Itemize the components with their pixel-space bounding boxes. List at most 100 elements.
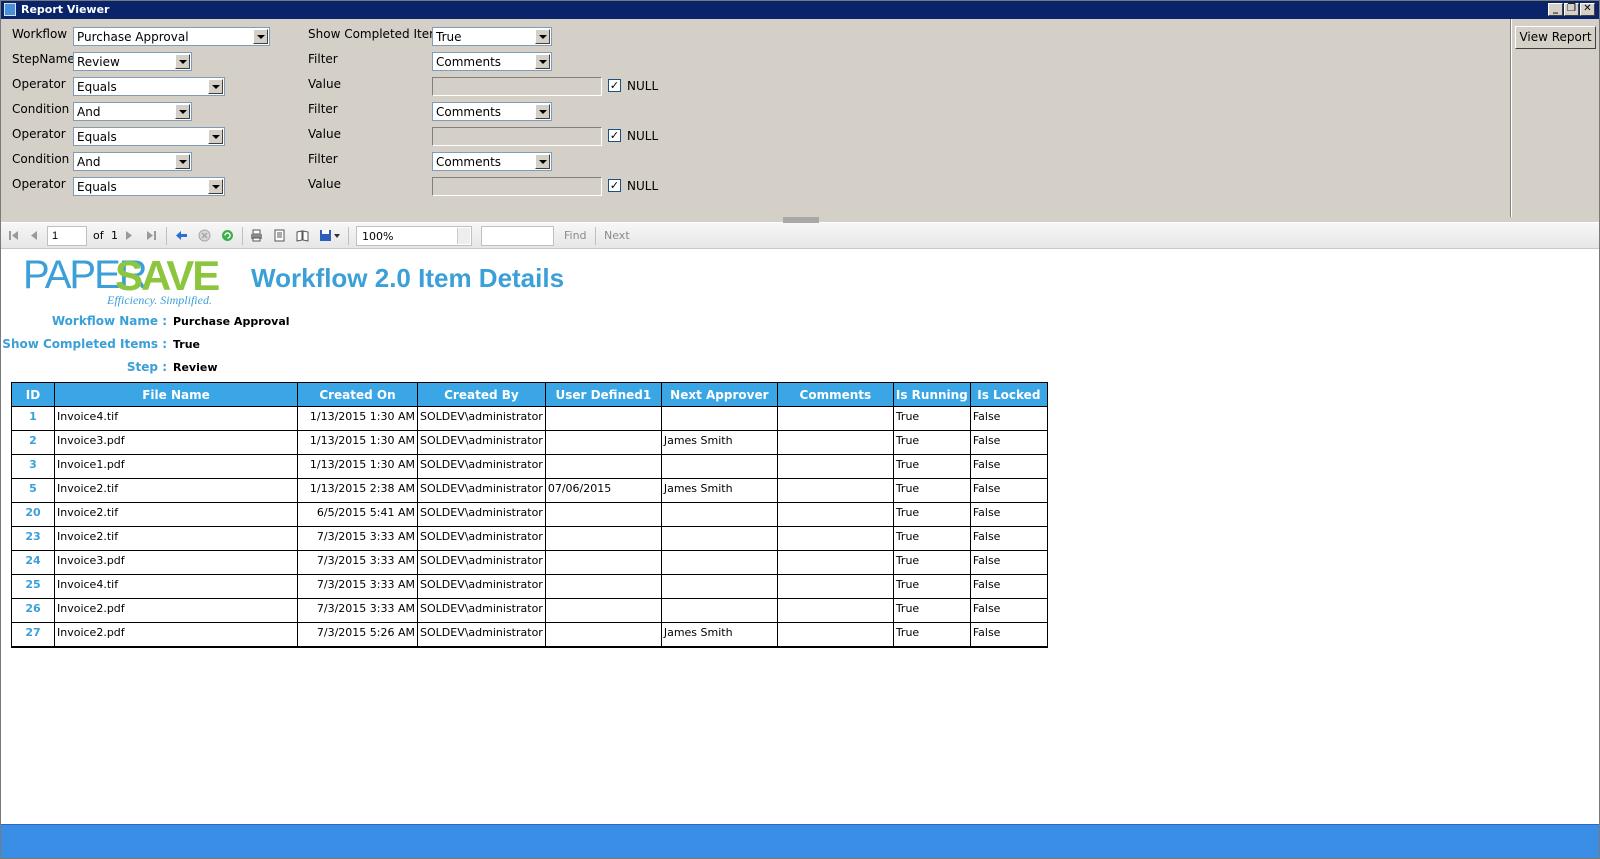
item-id-link[interactable]: 27 bbox=[11, 622, 55, 648]
page-setup-icon[interactable] bbox=[296, 229, 309, 242]
table-cell: SOLDEV\administrator bbox=[417, 574, 546, 599]
table-row: 1 Invoice4.tif 1/13/2015 1:30 AM SOLDEV\adm… bbox=[11, 406, 1048, 431]
table-row: 2 Invoice3.pdf 1/13/2015 1:30 AM SOLDEV\adm… bbox=[11, 430, 1048, 455]
stepname-value: Review bbox=[77, 55, 120, 69]
filter-value-2: Comments bbox=[436, 105, 502, 119]
chevron-down-icon[interactable] bbox=[535, 54, 550, 69]
item-id-link[interactable]: 2 bbox=[11, 430, 55, 455]
table-cell: 7/3/2015 3:33 AM bbox=[297, 574, 418, 599]
table-body: 1 Invoice4.tif 1/13/2015 1:30 AM SOLDEV\adm… bbox=[11, 406, 1048, 648]
refresh-icon[interactable] bbox=[221, 229, 234, 242]
filter-dropdown-3[interactable]: Comments bbox=[432, 152, 552, 171]
stop-icon[interactable] bbox=[198, 229, 211, 242]
minimize-icon[interactable]: _ bbox=[1548, 3, 1563, 16]
print-icon[interactable] bbox=[250, 229, 263, 242]
chevron-down-icon[interactable] bbox=[208, 179, 223, 194]
chevron-down-icon[interactable] bbox=[253, 29, 268, 44]
table-row: 23 Invoice2.tif 7/3/2015 3:33 AM SOLDEV\adm… bbox=[11, 526, 1048, 551]
previous-page-icon[interactable] bbox=[27, 229, 40, 242]
table-cell: James Smith bbox=[660, 478, 778, 503]
item-id-link[interactable]: 5 bbox=[11, 478, 55, 503]
zoom-dropdown[interactable]: 100% bbox=[356, 226, 472, 246]
item-id-link[interactable]: 23 bbox=[11, 526, 55, 551]
table-cell: 7/3/2015 3:33 AM bbox=[297, 550, 418, 575]
export-icon[interactable] bbox=[319, 229, 341, 242]
chevron-down-icon[interactable] bbox=[457, 228, 470, 244]
stepname-dropdown[interactable]: Review bbox=[73, 52, 192, 71]
operator-dropdown-2[interactable]: Equals bbox=[73, 127, 225, 146]
item-id-link[interactable]: 3 bbox=[11, 454, 55, 479]
items-table: ID File Name Created On Created By User Defi… bbox=[11, 382, 1048, 648]
table-cell: Invoice1.pdf bbox=[54, 454, 298, 479]
operator-label-1: Operator bbox=[12, 77, 66, 91]
first-page-icon[interactable] bbox=[7, 229, 20, 242]
column-header: User Defined1 bbox=[544, 382, 662, 407]
next-page-icon[interactable] bbox=[123, 229, 136, 242]
report-canvas: PAPER SAVE Efficiency. Simplified. Workf… bbox=[1, 249, 1599, 824]
page-number-input[interactable] bbox=[47, 226, 87, 246]
value-input-3[interactable] bbox=[432, 177, 602, 196]
last-page-icon[interactable] bbox=[145, 229, 158, 242]
table-cell bbox=[776, 598, 894, 623]
table-row: 3 Invoice1.pdf 1/13/2015 1:30 AM SOLDEV\adm… bbox=[11, 454, 1048, 479]
item-id-link[interactable]: 1 bbox=[11, 406, 55, 431]
column-header: Created On bbox=[297, 382, 418, 407]
filter-label-2: Filter bbox=[308, 102, 338, 116]
table-cell: False bbox=[969, 574, 1048, 599]
value-input-1[interactable] bbox=[432, 77, 602, 96]
value-input-2[interactable] bbox=[432, 127, 602, 146]
filter-dropdown-2[interactable]: Comments bbox=[432, 102, 552, 121]
table-cell: 7/3/2015 3:33 AM bbox=[297, 598, 418, 623]
toolbar-separator bbox=[348, 227, 349, 245]
chevron-down-icon[interactable] bbox=[175, 54, 190, 69]
null-checkbox-3[interactable]: ✓ bbox=[608, 179, 621, 192]
operator-dropdown-1[interactable]: Equals bbox=[73, 77, 225, 96]
chevron-down-icon[interactable] bbox=[208, 129, 223, 144]
table-cell: 07/06/2015 bbox=[544, 478, 662, 503]
find-button[interactable]: Find bbox=[564, 229, 587, 242]
restore-icon[interactable]: ❐ bbox=[1564, 3, 1579, 16]
table-cell bbox=[544, 550, 662, 575]
condition-dropdown-2[interactable]: And bbox=[73, 152, 192, 171]
table-row: 27 Invoice2.pdf 7/3/2015 5:26 AM SOLDEV\adm… bbox=[11, 622, 1048, 648]
chevron-down-icon[interactable] bbox=[535, 104, 550, 119]
filter-dropdown-1[interactable]: Comments bbox=[432, 52, 552, 71]
chevron-down-icon[interactable] bbox=[175, 104, 190, 119]
table-cell bbox=[544, 406, 662, 431]
view-report-button[interactable]: View Report bbox=[1515, 26, 1596, 49]
null-checkbox-1[interactable]: ✓ bbox=[608, 79, 621, 92]
null-checkbox-2[interactable]: ✓ bbox=[608, 129, 621, 142]
table-cell: SOLDEV\administrator bbox=[417, 502, 546, 527]
table-cell: Invoice4.tif bbox=[54, 574, 298, 599]
table-cell: True bbox=[892, 502, 971, 527]
show-completed-label: Show Completed Items bbox=[308, 27, 448, 41]
print-layout-icon[interactable] bbox=[273, 229, 286, 242]
table-cell bbox=[776, 454, 894, 479]
condition-value-1: And bbox=[77, 105, 101, 119]
item-id-link[interactable]: 24 bbox=[11, 550, 55, 575]
chevron-down-icon[interactable] bbox=[535, 154, 550, 169]
show-completed-value: True bbox=[436, 30, 462, 44]
item-id-link[interactable]: 26 bbox=[11, 598, 55, 623]
condition-value-2: And bbox=[77, 155, 101, 169]
toolbar-separator bbox=[166, 227, 167, 245]
chevron-down-icon[interactable] bbox=[535, 29, 550, 44]
find-input[interactable] bbox=[481, 226, 554, 246]
chevron-down-icon[interactable] bbox=[208, 79, 223, 94]
table-cell: True bbox=[892, 454, 971, 479]
table-cell bbox=[544, 622, 662, 648]
table-cell: False bbox=[969, 406, 1048, 431]
next-button[interactable]: Next bbox=[604, 229, 630, 242]
item-id-link[interactable]: 25 bbox=[11, 574, 55, 599]
column-header: Comments bbox=[776, 382, 894, 407]
close-icon[interactable]: ✕ bbox=[1580, 3, 1595, 16]
operator-dropdown-3[interactable]: Equals bbox=[73, 177, 225, 196]
workflow-dropdown[interactable]: Purchase Approval bbox=[73, 27, 270, 46]
condition-dropdown-1[interactable]: And bbox=[73, 102, 192, 121]
back-icon[interactable] bbox=[175, 229, 188, 242]
table-cell: True bbox=[892, 622, 971, 648]
zoom-value: 100% bbox=[362, 230, 394, 243]
item-id-link[interactable]: 20 bbox=[11, 502, 55, 527]
chevron-down-icon[interactable] bbox=[175, 154, 190, 169]
show-completed-dropdown[interactable]: True bbox=[432, 27, 552, 46]
